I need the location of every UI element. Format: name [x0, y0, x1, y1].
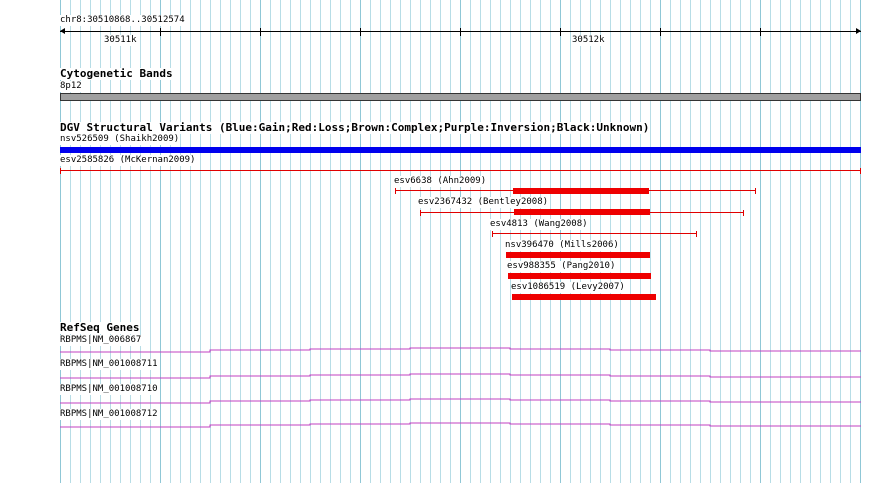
variant-label: esv4813 (Wang2008): [490, 219, 588, 230]
variant-label: esv2367432 (Bentley2008): [418, 197, 549, 208]
gene-model[interactable]: [60, 370, 861, 382]
variant-feature-loss[interactable]: [60, 170, 861, 171]
ruler-tick-label: 30512k: [572, 35, 605, 46]
variant-feature-loss[interactable]: [508, 273, 651, 279]
variant-label: esv1086519 (Levy2007): [511, 282, 625, 293]
variant-endcap: [420, 210, 421, 216]
variant-endcap: [492, 231, 493, 237]
variant-label: nsv396470 (Mills2006): [505, 240, 619, 251]
variant-feature-loss-core[interactable]: [513, 188, 649, 194]
variant-endcap: [395, 188, 396, 194]
gene-model[interactable]: [60, 419, 861, 431]
variant-feature-gain[interactable]: [60, 147, 861, 153]
ruler-right-arrow-icon: [856, 28, 861, 34]
variant-endcap: [860, 168, 861, 174]
variant-feature-loss[interactable]: [512, 294, 656, 300]
ruler-tick: [660, 28, 661, 36]
track-title-refseq: RefSeq Genes: [60, 321, 140, 334]
variant-endcap: [60, 168, 61, 174]
variant-feature-loss[interactable]: [492, 233, 697, 234]
ruler-tick: [160, 28, 161, 36]
ruler-tick-label: 30511k: [104, 35, 137, 46]
variant-endcap: [755, 188, 756, 194]
variant-endcap: [696, 231, 697, 237]
cytoband-label: 8p12: [60, 81, 82, 92]
gene-label: RBPMS|NM_001008710: [60, 384, 158, 395]
variant-label: esv6638 (Ahn2009): [394, 176, 487, 187]
variant-feature-loss[interactable]: [506, 252, 650, 258]
ruler-tick: [460, 28, 461, 36]
background-grid-major: [60, 0, 861, 483]
variant-label: nsv526509 (Shaikh2009): [60, 134, 180, 145]
cytoband-bar[interactable]: [60, 93, 861, 101]
ruler-tick: [560, 28, 561, 36]
variant-label: esv2585826 (McKernan2009): [60, 155, 196, 166]
ruler-tick: [360, 28, 361, 36]
ruler-tick: [760, 28, 761, 36]
variant-label: esv988355 (Pang2010): [507, 261, 616, 272]
variant-feature-loss-core[interactable]: [514, 209, 650, 215]
track-title-dgv: DGV Structural Variants (Blue:Gain;Red:L…: [60, 121, 650, 134]
gene-model[interactable]: [60, 344, 861, 356]
location-label: chr8:30510868..30512574: [60, 15, 185, 26]
ruler-tick: [260, 28, 261, 36]
gene-label: RBPMS|NM_001008711: [60, 359, 158, 370]
gene-model[interactable]: [60, 395, 861, 407]
track-title-cytobands: Cytogenetic Bands: [60, 67, 173, 80]
ruler-left-arrow-icon: [60, 28, 65, 34]
variant-endcap: [743, 210, 744, 216]
